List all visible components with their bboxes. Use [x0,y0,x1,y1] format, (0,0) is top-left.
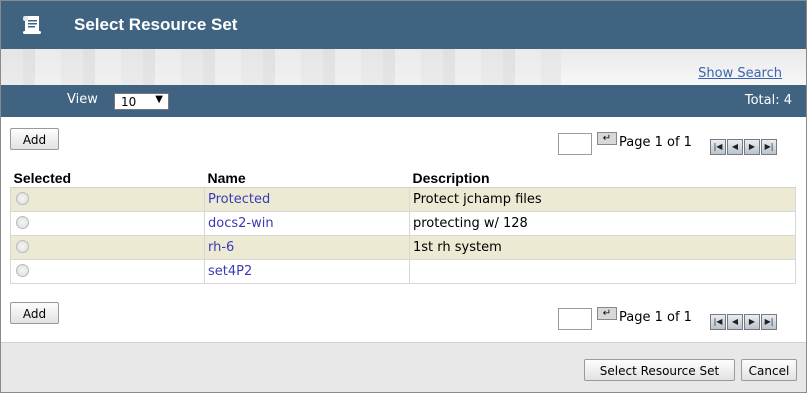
page-size-select[interactable]: 10 ▼ [114,93,169,110]
first-page-icon[interactable]: |◀ [710,314,726,330]
dialog-title: Select Resource Set [74,15,238,34]
scroll-icon [23,16,41,34]
add-button-top[interactable]: Add [10,128,59,150]
last-page-icon[interactable]: ▶| [761,314,777,330]
table-row[interactable]: set4P2 [10,259,796,284]
select-radio[interactable] [16,216,29,229]
go-arrow-icon[interactable]: ↵ [597,132,617,145]
last-page-icon[interactable]: ▶| [761,139,777,155]
resource-set-link[interactable]: Protected [208,192,270,207]
select-resource-set-dialog: Select Resource Set Show Search View 10 … [0,0,807,393]
pagination-nav-top: |◀ ◀ ▶ ▶| [710,139,777,155]
resource-set-link[interactable]: set4P2 [208,264,252,279]
page-indicator-top: Page 1 of 1 [619,135,692,150]
title-bar: Select Resource Set [1,1,806,49]
name-cell: rh-6 [204,235,410,260]
pagination-nav-bottom: |◀ ◀ ▶ ▶| [710,314,777,330]
description-cell [409,259,796,284]
select-resource-set-button[interactable]: Select Resource Set [584,359,735,381]
select-radio[interactable] [16,264,29,277]
search-band: Show Search [1,49,806,85]
resource-set-link[interactable]: rh-6 [208,240,234,255]
page-size-value: 10 [121,95,137,109]
page-number-input-top[interactable] [558,133,592,155]
selected-cell [10,259,205,284]
go-arrow-icon[interactable]: ↵ [597,307,617,320]
page-indicator-bottom: Page 1 of 1 [619,310,692,325]
select-radio[interactable] [16,240,29,253]
selected-cell [10,211,205,236]
description-cell: 1st rh system [409,235,796,260]
selected-cell [10,235,205,260]
table-row[interactable]: Protected Protect jchamp files [10,187,796,212]
page-number-input-bottom[interactable] [558,308,592,330]
description-cell: protecting w/ 128 [409,211,796,236]
prev-page-icon[interactable]: ◀ [727,139,743,155]
table-row[interactable]: docs2-win protecting w/ 128 [10,211,796,236]
resource-set-link[interactable]: docs2-win [208,216,274,231]
search-band-background [1,49,561,85]
total-count: Total: 4 [744,93,792,108]
selected-cell [10,187,205,212]
view-label: View [67,92,98,107]
name-cell: set4P2 [204,259,410,284]
resource-set-table: Selected Name Description Protected Prot… [10,169,796,284]
next-page-icon[interactable]: ▶ [744,139,760,155]
column-header-name: Name [204,169,410,188]
add-button-bottom[interactable]: Add [10,302,59,324]
cancel-button[interactable]: Cancel [741,359,797,381]
column-header-description: Description [409,169,796,188]
next-page-icon[interactable]: ▶ [744,314,760,330]
show-search-link[interactable]: Show Search [698,66,782,81]
prev-page-icon[interactable]: ◀ [727,314,743,330]
description-cell: Protect jchamp files [409,187,796,212]
select-radio[interactable] [16,192,29,205]
dialog-footer: Select Resource Set Cancel [1,342,806,392]
column-header-selected: Selected [10,169,205,188]
name-cell: docs2-win [204,211,410,236]
name-cell: Protected [204,187,410,212]
view-bar: View 10 ▼ Total: 4 [1,85,806,117]
table-row[interactable]: rh-6 1st rh system [10,235,796,260]
table-header-row: Selected Name Description [10,169,796,188]
chevron-down-icon: ▼ [155,94,163,105]
first-page-icon[interactable]: |◀ [710,139,726,155]
